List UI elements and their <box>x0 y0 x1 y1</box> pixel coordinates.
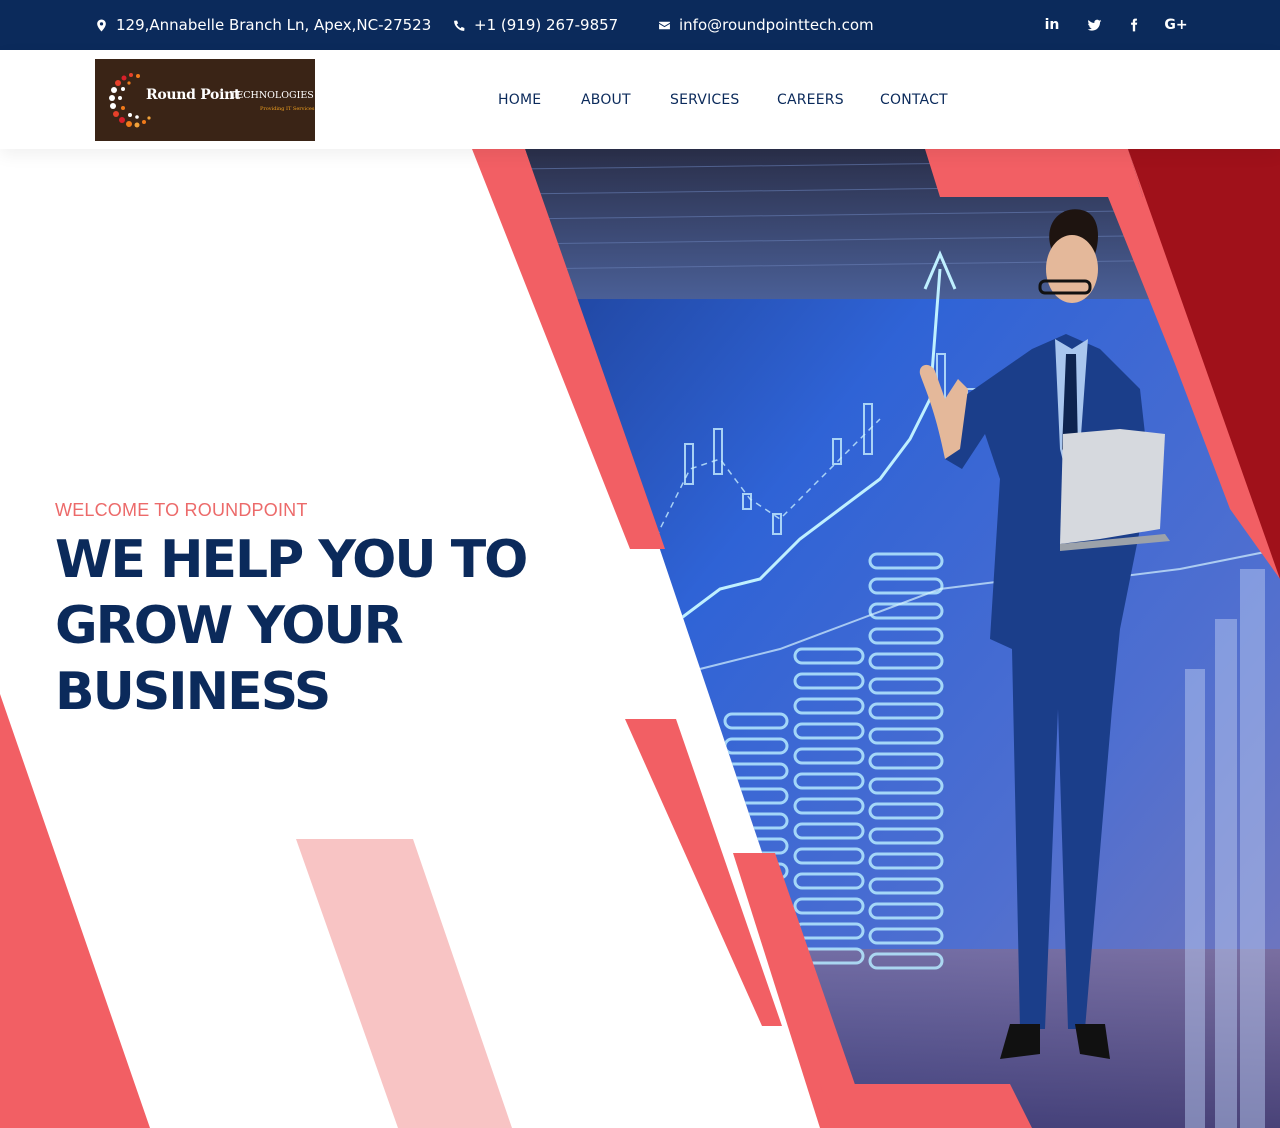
hero-welcome-text: WELCOME TO ROUNDPOINT <box>55 500 308 520</box>
nav-about[interactable]: ABOUT <box>581 50 631 149</box>
envelope-icon <box>659 21 670 29</box>
hero-headline: WE HELP YOU TO GROW YOUR BUSINESS <box>55 527 555 725</box>
twitter-icon[interactable] <box>1083 0 1105 50</box>
logo-brand-subtext: TECHNOLOGIES <box>230 90 314 101</box>
nav-careers[interactable]: CAREERS <box>777 50 844 149</box>
logo-tagline: Providing IT Services <box>260 106 315 112</box>
top-info-bar: 129,Annabelle Branch Ln, Apex,NC-27523 +… <box>0 0 1280 50</box>
map-marker-icon <box>97 19 106 31</box>
linkedin-icon[interactable]: in <box>1041 0 1063 50</box>
hero-headline-line: WE HELP YOU TO <box>55 530 528 590</box>
address-info: 129,Annabelle Branch Ln, Apex,NC-27523 <box>95 0 431 50</box>
phone-text[interactable]: +1 (919) 267-9857 <box>474 16 618 34</box>
nav-home[interactable]: HOME <box>498 50 541 149</box>
phone-icon <box>454 20 465 31</box>
email-text[interactable]: info@roundpointtech.com <box>679 16 874 34</box>
google-plus-icon[interactable]: G+ <box>1164 0 1187 50</box>
hero-headline-line: BUSINESS <box>55 662 331 722</box>
nav-contact[interactable]: CONTACT <box>880 50 948 149</box>
phone-info[interactable]: +1 (919) 267-9857 <box>453 0 618 50</box>
address-text: 129,Annabelle Branch Ln, Apex,NC-27523 <box>116 16 432 34</box>
email-info[interactable]: info@roundpointtech.com <box>658 0 874 50</box>
facebook-icon[interactable] <box>1123 0 1145 50</box>
hero-headline-line: GROW YOUR <box>55 596 404 656</box>
nav-services[interactable]: SERVICES <box>670 50 740 149</box>
site-header: Round Point TECHNOLOGIES Providing IT Se… <box>0 50 1280 149</box>
logo-brand-text: Round Point <box>146 87 241 103</box>
company-logo[interactable]: Round Point TECHNOLOGIES Providing IT Se… <box>95 59 315 141</box>
coral-base-bar <box>820 1084 1032 1128</box>
coral-left-triangle <box>0 694 150 1128</box>
hero-section: WELCOME TO ROUNDPOINT WE HELP YOU TO GRO… <box>0 149 1280 1128</box>
pink-stripe <box>296 839 512 1128</box>
coral-frame-top <box>925 149 1143 197</box>
